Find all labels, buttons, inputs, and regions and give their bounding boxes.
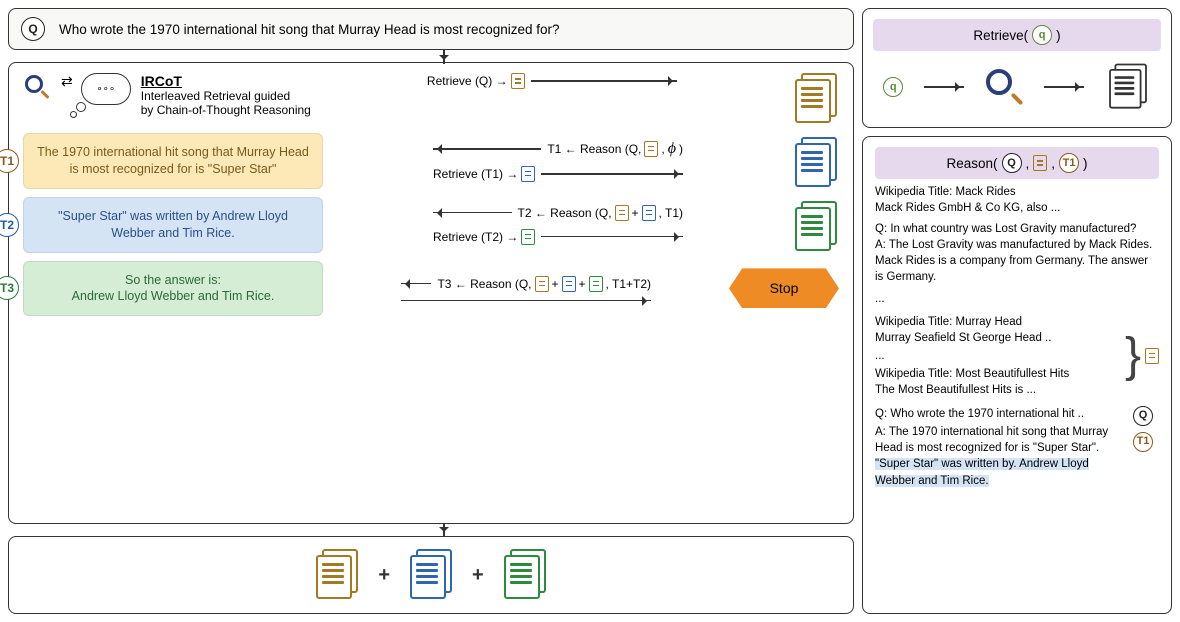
document-icon (644, 141, 658, 157)
retrieved-docs-3 (793, 201, 839, 253)
method-subtitle-1: Interleaved Retrieval guided (141, 89, 311, 103)
document-icon (521, 229, 535, 245)
search-icon (23, 73, 51, 101)
retrieve-header: Retrieve( q ) (873, 19, 1161, 51)
q-badge: Q (1002, 153, 1022, 173)
documents-icon (502, 549, 548, 601)
t1-badge: T1 (0, 149, 19, 173)
q-badge: Q (1133, 406, 1153, 426)
wiki-title-3: Wikipedia Title: Most Beautifullest Hits (875, 368, 1069, 380)
swap-icon: ⇄ (61, 73, 71, 90)
reason-definition-panel: Reason( Q, , T1 ) Wikipedia Title: Mack … (862, 136, 1172, 614)
retrieve-definition-panel: Retrieve( q ) q (862, 8, 1172, 128)
arrow-icon (924, 86, 964, 88)
t3-badge: T3 (0, 276, 19, 300)
document-icon (521, 166, 535, 182)
brace-icon: } (1125, 337, 1141, 375)
method-title: IRCoT (141, 73, 311, 89)
question-text: Who wrote the 1970 international hit son… (59, 22, 560, 37)
example-q: Q: In what country was Lost Gravity manu… (875, 223, 1136, 235)
plus-icon: + (472, 564, 484, 587)
question-panel: Q Who wrote the 1970 international hit s… (8, 8, 854, 50)
retrieve-t1-label: Retrieve (T1) → (433, 166, 535, 182)
prompt-a-highlight: "Super Star" was written by. Andrew Lloy… (875, 458, 1089, 486)
retrieved-docs-2 (793, 137, 839, 189)
combine-panel: + + (8, 536, 854, 614)
document-icon (589, 276, 603, 292)
example-a: A: The Lost Gravity was manufactured by … (875, 239, 1152, 283)
thought-t2: "Super Star" was written by Andrew Lloyd… (23, 197, 323, 253)
wiki-body-2: Murray Seafield St George Head .. (875, 332, 1051, 344)
t2-badge: T2 (0, 213, 19, 237)
wiki-body-1: Mack Rides GmbH & Co KG, also ... (875, 202, 1060, 214)
document-icon (562, 276, 576, 292)
t1-badge: T1 (1133, 432, 1153, 452)
stop-node: Stop (729, 268, 839, 308)
search-icon (984, 67, 1024, 107)
wiki-body-3: The Most Beautifullest Hits is ... (875, 384, 1036, 396)
main-diagram: ⇄ ∘∘∘ IRCoT Interleaved Retrieval guided… (8, 62, 854, 524)
prompt-a-pre: A: The 1970 international hit song that … (875, 426, 1108, 454)
document-icon (511, 73, 525, 89)
document-icon (1145, 348, 1159, 364)
ellipsis: ... (875, 291, 1159, 307)
document-icon (615, 205, 629, 221)
method-title-block: IRCoT Interleaved Retrieval guided by Ch… (141, 73, 311, 117)
retrieve-q-label: Retrieve (Q) → (427, 73, 525, 89)
thought-cloud-icon: ∘∘∘ (81, 73, 131, 105)
t1-badge: T1 (1059, 153, 1079, 173)
document-icon (1033, 155, 1047, 171)
thought-t3: So the answer is: Andrew Lloyd Webber an… (23, 261, 323, 317)
q-badge: Q (21, 17, 45, 41)
q-small-badge: q (1032, 25, 1052, 45)
documents-icon (314, 549, 360, 601)
wiki-title-1: Wikipedia Title: Mack Rides (875, 186, 1016, 198)
reason-body: Wikipedia Title: Mack Rides Mack Rides Gm… (875, 184, 1159, 489)
retrieve-t2-label: Retrieve (T2) → (433, 229, 535, 245)
ellipsis: ... (875, 348, 1121, 364)
reason-header: Reason( Q, , T1 ) (875, 147, 1159, 179)
reason-3-label: T3 ← Reason (Q, ++, T1+T2) (437, 276, 651, 292)
plus-icon: + (378, 564, 390, 587)
prompt-q: Q: Who wrote the 1970 international hit … (875, 408, 1084, 420)
documents-icon (1107, 64, 1148, 111)
wiki-title-2: Wikipedia Title: Murray Head (875, 316, 1022, 328)
document-icon (642, 205, 656, 221)
document-icon (535, 276, 549, 292)
thought-t1: The 1970 international hit song that Mur… (23, 133, 323, 189)
retrieved-docs-1 (793, 73, 839, 125)
q-small-badge: q (883, 77, 903, 97)
arrow-icon (1044, 86, 1084, 88)
connector-line (443, 524, 445, 536)
method-subtitle-2: by Chain-of-Thought Reasoning (141, 103, 311, 117)
documents-icon (408, 549, 454, 601)
reason-2-label: T2 ← Reason (Q, +, T1) (518, 205, 684, 221)
reason-1-label: T1 ← Reason (Q, , ϕ ) (547, 140, 683, 158)
